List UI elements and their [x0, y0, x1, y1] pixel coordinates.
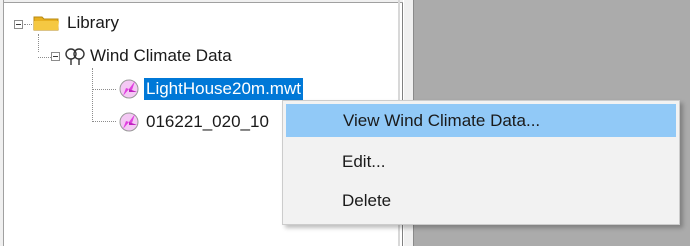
tree-connector: [38, 57, 51, 58]
collapse-toggle-wind-climate[interactable]: [51, 52, 60, 61]
menu-item-view-wind-climate-data[interactable]: View Wind Climate Data...: [286, 104, 676, 137]
menu-item-label: View Wind Climate Data...: [343, 110, 541, 130]
tree-connector: [92, 121, 116, 122]
tree-node-label: LightHouse20m.mwt: [144, 78, 303, 100]
folder-icon: [33, 16, 59, 31]
menu-item-delete[interactable]: Delete: [286, 184, 676, 217]
menu-item-label: Delete: [342, 190, 392, 210]
tree-connector: [24, 24, 32, 25]
wind-rose-icon: [119, 112, 139, 132]
tree-node-label: Wind Climate Data: [90, 46, 232, 65]
tree-connector: [92, 68, 93, 122]
tree-node-wind-file[interactable]: LightHouse20m.mwt: [117, 77, 303, 101]
collapse-toggle-library[interactable]: [14, 20, 23, 29]
tree-border: [0, 0, 4, 246]
tree-connector: [92, 89, 116, 90]
context-menu: View Wind Climate Data... Edit... Delete: [282, 100, 680, 225]
menu-item-label: Edit...: [342, 151, 386, 171]
menu-item-edit[interactable]: Edit...: [286, 145, 676, 178]
tree-node-wind-climate[interactable]: Wind Climate Data: [63, 45, 232, 67]
wind-rose-icon: [119, 79, 139, 99]
tree-node-library[interactable]: Library: [32, 12, 119, 34]
tree-connector: [38, 34, 39, 52]
tree-node-label: Library: [67, 13, 119, 32]
tree-node-label: 016221_020_10: [146, 112, 269, 131]
tree-node-wind-file[interactable]: 016221_020_10: [117, 110, 269, 134]
tree-border: [0, 0, 403, 3]
wind-climate-group-icon: [65, 48, 85, 65]
